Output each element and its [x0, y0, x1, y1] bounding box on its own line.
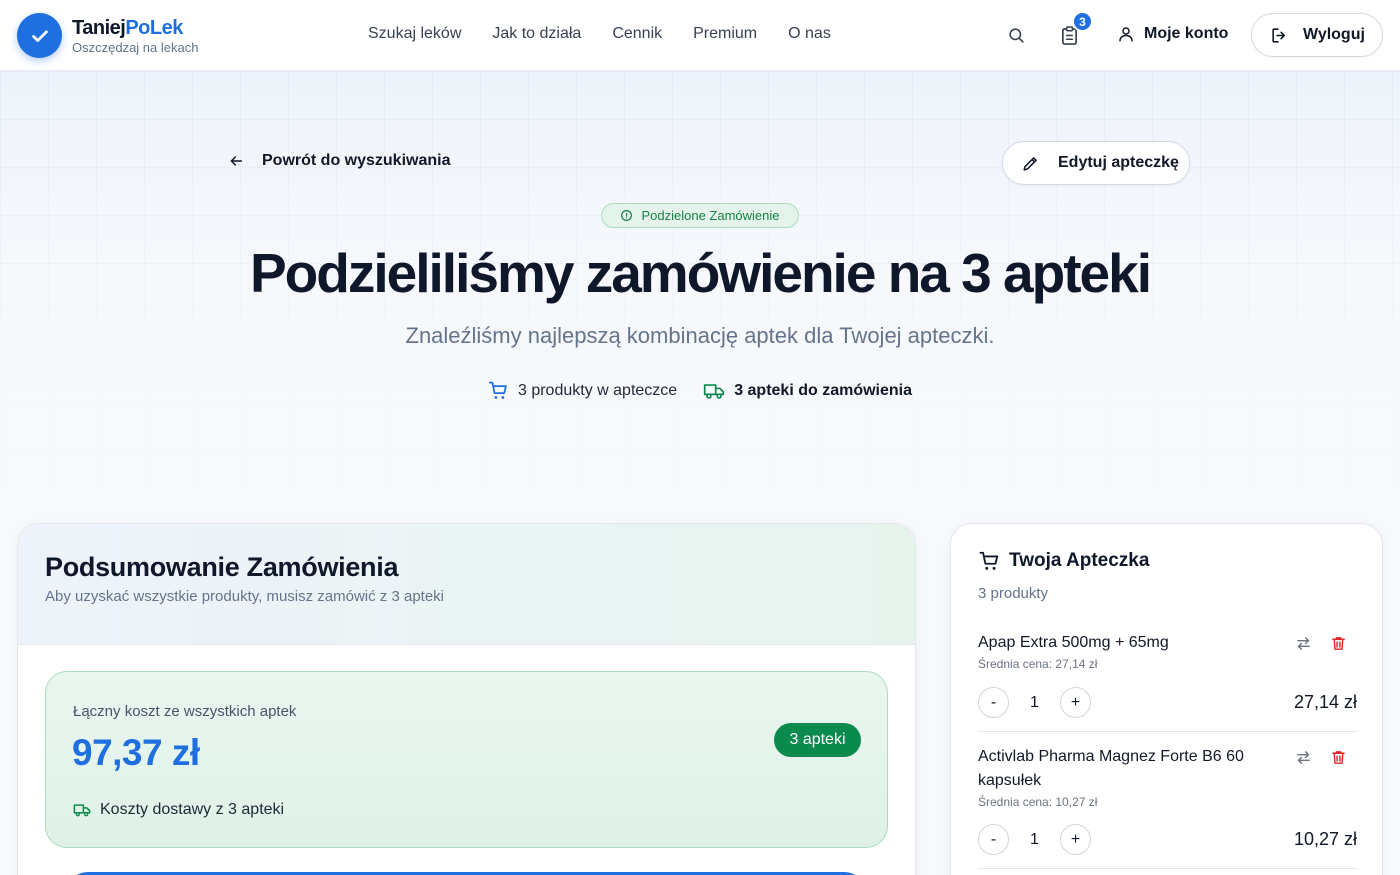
kit-item-average-price: Średnia cena: 27,14 zł [978, 657, 1098, 671]
order-summary-card: Podsumowanie Zamówienia Aby uzyskać wszy… [17, 523, 916, 875]
hero-stats: 3 produkty w apteczce 3 apteki do zamówi… [0, 380, 1400, 401]
main-nav: Szukaj leków Jak to działa Cennik Premiu… [368, 24, 831, 44]
kit-title: Twoja Apteczka [978, 550, 1149, 572]
kit-item-price: 27,14 zł [1293, 692, 1357, 712]
increase-quantity-button[interactable]: + [1060, 687, 1091, 718]
order-summary-subtitle: Aby uzyskać wszystkie produkty, musisz z… [45, 588, 445, 605]
delivery-cost-label: Koszty dostawy z 3 apteki [100, 801, 285, 818]
search-icon[interactable] [1007, 26, 1026, 45]
swap-icon[interactable] [1295, 635, 1312, 652]
trash-icon[interactable] [1330, 635, 1347, 652]
kit-item-name: Activlab Pharma Magnez Forte B6 60 kapsu… [978, 748, 1244, 789]
quantity-stepper: - 1 + [978, 687, 1091, 718]
delivery-cost-note: Koszty dostawy z 3 apteki [73, 801, 284, 819]
logo-name-part2: PoLek [125, 17, 183, 39]
logout-button[interactable]: Wyloguj [1251, 13, 1383, 57]
stat-products-label: 3 produkty w apteczce [517, 381, 678, 399]
split-order-badge: Podzielone Zamówienie [601, 203, 799, 228]
edit-kit-button[interactable]: Edytuj apteczkę [1002, 141, 1190, 185]
cart-icon [488, 381, 507, 399]
nav-search-medicines[interactable]: Szukaj leków [368, 24, 461, 44]
kit-product-count: 3 produkty [978, 585, 1049, 602]
kit-item-actions [1295, 749, 1347, 766]
medicine-kit-card: Twoja Apteczka 3 produkty Apap Extra 500… [950, 523, 1383, 875]
quantity-stepper: - 1 + [978, 824, 1091, 855]
logout-icon [1272, 27, 1286, 43]
stat-products: 3 produkty w apteczce [488, 380, 677, 401]
stat-pharmacies-label: 3 apteki do zamówienia [734, 381, 913, 399]
nav-pricing[interactable]: Cennik [612, 24, 662, 44]
edit-kit-label: Edytuj apteczkę [1058, 154, 1179, 171]
truck-icon [73, 804, 91, 817]
logo-tagline: Oszczędzaj na lekach [72, 40, 199, 55]
page-title: Podzieliliśmy zamówienie na 3 apteki [249, 242, 1152, 304]
total-cost-label: Łączny koszt ze wszystkich aptek [73, 703, 297, 720]
decrease-quantity-button[interactable]: - [978, 824, 1009, 855]
kit-item-price: 10,27 zł [1293, 829, 1357, 849]
page-subtitle: Znaleźliśmy najlepszą kombinację aptek d… [405, 323, 995, 348]
top-header: TaniejPoLek Oszczędzaj na lekach Szukaj … [0, 0, 1400, 71]
logout-label: Wyloguj [1303, 26, 1365, 43]
decrease-quantity-button[interactable]: - [978, 687, 1009, 718]
kit-item-average-price: Średnia cena: 10,27 zł [978, 795, 1098, 809]
cart-icon [979, 551, 999, 570]
cart-count-badge: 3 [1072, 11, 1093, 32]
truck-icon [704, 383, 725, 399]
nav-how-it-works[interactable]: Jak to działa [492, 24, 581, 44]
trash-icon[interactable] [1330, 749, 1347, 766]
order-summary-title: Podsumowanie Zamówienia [45, 552, 399, 582]
order-summary-header: Podsumowanie Zamówienia Aby uzyskać wszy… [18, 524, 915, 645]
logo[interactable]: TaniejPoLek Oszczędzaj na lekach [72, 16, 198, 56]
kit-item-actions [1295, 635, 1347, 652]
pencil-icon [1023, 156, 1037, 171]
user-icon [1119, 27, 1133, 42]
swap-icon[interactable] [1295, 749, 1312, 766]
increase-quantity-button[interactable]: + [1060, 824, 1091, 855]
back-label: Powrót do wyszukiwania [262, 152, 451, 169]
nav-premium[interactable]: Premium [693, 24, 757, 44]
kit-item: Apap Extra 500mg + 65mg Średnia cena: 27… [978, 631, 1357, 732]
account-label: Moje konto [1144, 25, 1229, 42]
kit-item: Activlab Pharma Magnez Forte B6 60 kapsu… [978, 745, 1357, 869]
quantity-value: 1 [1030, 830, 1039, 848]
stat-pharmacies: 3 apteki do zamówienia [703, 380, 912, 401]
split-order-badge-label: Podzielone Zamówienie [641, 208, 780, 223]
total-cost-amount: 97,37 zł [72, 732, 200, 773]
logo-check-icon[interactable] [17, 13, 62, 58]
info-circle-icon [621, 210, 633, 221]
kit-title-label: Twoja Apteczka [1009, 550, 1150, 571]
pharmacies-count-badge: 3 apteki [774, 723, 861, 757]
back-to-search-link[interactable]: Powrót do wyszukiwania [228, 152, 450, 170]
quantity-value: 1 [1030, 693, 1039, 711]
arrow-left-icon [230, 156, 243, 166]
account-link[interactable]: Moje konto [1117, 25, 1228, 43]
total-cost-box: Łączny koszt ze wszystkich aptek 97,37 z… [45, 671, 888, 848]
kit-item-name: Apap Extra 500mg + 65mg [978, 634, 1169, 651]
logo-name-part1: Taniej [72, 17, 126, 39]
nav-about[interactable]: O nas [788, 24, 831, 44]
